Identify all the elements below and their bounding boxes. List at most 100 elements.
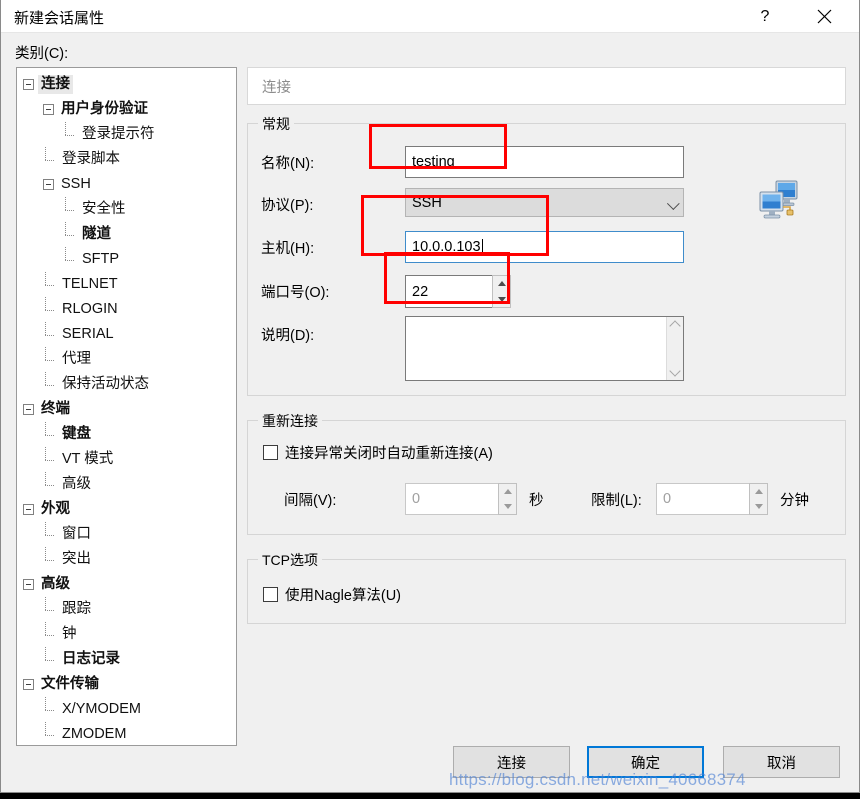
tree-branch-line	[43, 622, 58, 647]
tree-expander-minus-icon[interactable]	[23, 679, 34, 690]
tree-item[interactable]: SERIAL	[17, 322, 236, 347]
tree-branch-line	[43, 422, 58, 447]
tree-item[interactable]: 用户身份验证	[17, 97, 236, 122]
tree-item[interactable]: SFTP	[17, 247, 236, 272]
tree-item[interactable]: SSH	[17, 172, 236, 197]
interval-spinner-up[interactable]	[499, 484, 516, 499]
tree-item[interactable]: 登录提示符	[17, 122, 236, 147]
tree-branch-line	[43, 147, 58, 172]
tree-item[interactable]: 连接	[17, 72, 236, 97]
tree-item[interactable]: 隧道	[17, 222, 236, 247]
tree-item[interactable]: VT 模式	[17, 447, 236, 472]
tree-item[interactable]: 突出	[17, 547, 236, 572]
name-input[interactable]: testing	[405, 146, 684, 178]
tree-item[interactable]: 登录脚本	[17, 147, 236, 172]
tree-item-label: 终端	[41, 400, 70, 417]
limit-input-value: 0	[663, 491, 672, 507]
tree-expander-minus-icon[interactable]	[43, 104, 54, 115]
tree-item[interactable]: 终端	[17, 397, 236, 422]
port-spinner-down[interactable]	[493, 292, 510, 308]
content-header-title: 连接	[262, 79, 291, 96]
limit-spinner-buttons[interactable]	[749, 483, 768, 515]
tree-branch-line	[43, 722, 58, 745]
tree-expander-minus-icon[interactable]	[23, 79, 34, 90]
text-caret	[481, 238, 483, 256]
limit-input[interactable]: 0	[656, 483, 749, 515]
tree-branch-line	[63, 222, 78, 247]
tree-branch-line	[43, 547, 58, 572]
tree-item[interactable]: 安全性	[17, 197, 236, 222]
general-group-title: 常规	[258, 114, 294, 134]
host-input[interactable]: 10.0.0.103	[405, 231, 684, 263]
tree-item[interactable]: 高级	[17, 572, 236, 597]
tree-item-label: ZMODEM	[62, 725, 127, 742]
protocol-select[interactable]: SSH	[405, 188, 684, 217]
bottom-edge	[0, 793, 860, 799]
tree-item-label: 登录提示符	[82, 125, 155, 142]
limit-spinner-up[interactable]	[750, 484, 767, 499]
help-icon[interactable]: ?	[742, 0, 788, 33]
content-header: 连接	[247, 67, 846, 105]
tree-item[interactable]: 钟	[17, 622, 236, 647]
description-row: 说明(D):	[261, 324, 391, 345]
tree-expander-minus-icon[interactable]	[23, 504, 34, 515]
tree-item[interactable]: 跟踪	[17, 597, 236, 622]
name-input-value: testing	[412, 154, 455, 170]
port-input[interactable]: 22	[405, 275, 492, 308]
category-tree-panel[interactable]: 连接 用户身份验证登录提示符登录脚本 SSH 安全性 隧道 SFTP TELNET RLOGI…	[16, 67, 237, 746]
interval-spinner-buttons[interactable]	[498, 483, 517, 515]
description-textarea-value[interactable]	[406, 317, 666, 380]
tree-item[interactable]: RLOGIN	[17, 297, 236, 322]
tree-item[interactable]: 代理	[17, 347, 236, 372]
close-icon[interactable]	[801, 0, 847, 33]
tcp-groupbox: TCP选项 使用Nagle算法(U)	[247, 550, 846, 624]
interval-unit-wrap: 秒	[529, 489, 544, 510]
interval-input[interactable]: 0	[405, 483, 498, 515]
tree-item[interactable]: 键盘	[17, 422, 236, 447]
tcp-group-title: TCP选项	[258, 550, 322, 570]
host-row: 主机(H):	[261, 237, 391, 258]
category-label: 类别(C):	[15, 46, 69, 62]
limit-unit-wrap: 分钟	[780, 489, 809, 510]
tree-item-label: 键盘	[62, 425, 91, 442]
limit-stepper[interactable]: 0	[656, 483, 768, 515]
port-stepper[interactable]: 22	[405, 275, 511, 308]
tree-item[interactable]: X/YMODEM	[17, 697, 236, 722]
tree-item-label: 钟	[62, 625, 77, 642]
description-scrollbar[interactable]	[666, 317, 683, 380]
interval-stepper[interactable]: 0	[405, 483, 517, 515]
triangle-down-icon	[503, 504, 512, 509]
tree-expander-minus-icon[interactable]	[23, 404, 34, 415]
triangle-up-icon	[503, 489, 512, 494]
limit-spinner-down[interactable]	[750, 499, 767, 514]
tree-item-label: SFTP	[82, 250, 120, 267]
tree-item[interactable]: ZMODEM	[17, 722, 236, 745]
auto-reconnect-checkbox-row[interactable]: 连接异常关闭时自动重新连接(A)	[263, 442, 493, 463]
nagle-checkbox-row[interactable]: 使用Nagle算法(U)	[263, 584, 401, 605]
port-spinner-buttons[interactable]	[492, 275, 511, 308]
interval-spinner-down[interactable]	[499, 499, 516, 514]
tree-item[interactable]: TELNET	[17, 272, 236, 297]
port-spinner-up[interactable]	[493, 276, 510, 292]
tree-item[interactable]: 文件传输	[17, 672, 236, 697]
tree-item[interactable]: 外观	[17, 497, 236, 522]
tree-item-label: SERIAL	[62, 325, 114, 342]
nagle-checkbox[interactable]	[263, 587, 278, 602]
auto-reconnect-checkbox[interactable]	[263, 445, 278, 460]
tree-item[interactable]: 日志记录	[17, 647, 236, 672]
description-textarea[interactable]	[405, 316, 684, 381]
port-row: 端口号(O):	[261, 281, 391, 302]
chevron-down-icon[interactable]	[669, 365, 681, 377]
tree-expander-minus-icon[interactable]	[23, 579, 34, 590]
tree-branch-line	[43, 272, 58, 297]
interval-unit-label: 秒	[529, 493, 544, 509]
tree-item[interactable]: 保持活动状态	[17, 372, 236, 397]
tree-item-label: 连接	[38, 74, 73, 95]
tree-item[interactable]: 窗口	[17, 522, 236, 547]
tree-item-label: 登录脚本	[62, 150, 120, 167]
chevron-up-icon[interactable]	[669, 320, 681, 332]
tree-item-label: X/YMODEM	[62, 700, 141, 717]
tree-expander-minus-icon[interactable]	[43, 179, 54, 190]
tree-item[interactable]: 高级	[17, 472, 236, 497]
tree-branch-line	[43, 297, 58, 322]
